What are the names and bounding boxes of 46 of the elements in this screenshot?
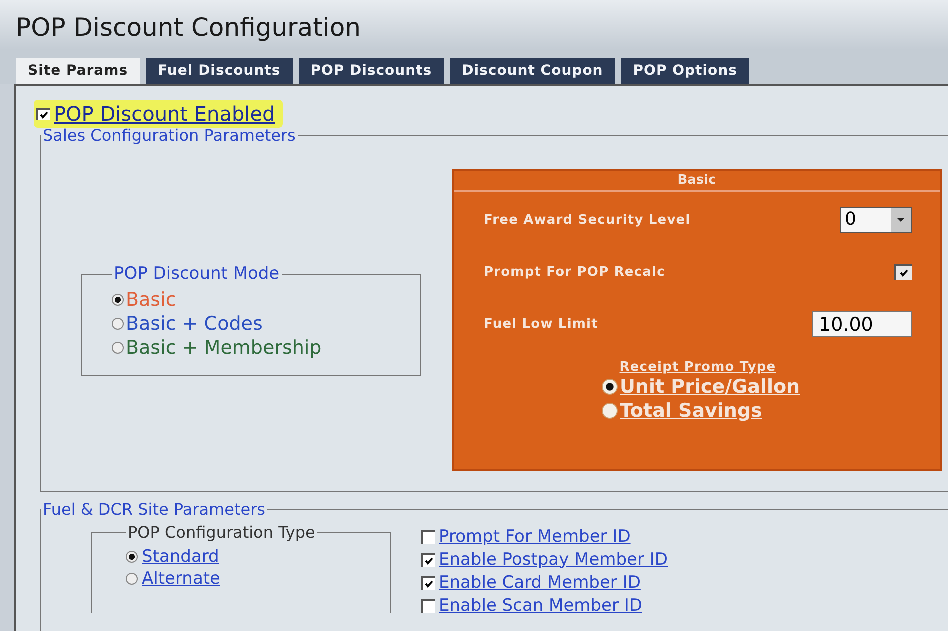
checkmark-icon xyxy=(424,556,434,566)
checkbox-label[interactable]: Enable Scan Member ID xyxy=(439,596,642,616)
checkbox-label[interactable]: POP Discount Enabled xyxy=(54,102,276,126)
tab[interactable]: POP Options xyxy=(621,58,750,84)
radio-button[interactable] xyxy=(126,551,138,563)
window-title: POP Discount Configuration xyxy=(0,0,948,50)
checkbox[interactable] xyxy=(421,552,435,566)
field-label: Free Award Security Level xyxy=(484,212,691,228)
radio-label[interactable]: Basic + Codes xyxy=(126,313,263,335)
radio-label[interactable]: Alternate xyxy=(142,569,220,589)
checkbox[interactable] xyxy=(421,530,435,544)
checkbox-label[interactable]: Enable Postpay Member ID xyxy=(439,550,668,570)
group-title: Sales Configuration Parameters xyxy=(42,126,297,145)
group-title: Fuel & DCR Site Parameters xyxy=(42,500,266,519)
radio-label[interactable]: Total Savings xyxy=(620,400,762,422)
checkbox-label[interactable]: Prompt For Member ID xyxy=(439,526,631,546)
caret-icon xyxy=(897,218,905,222)
field-label: Prompt For POP Recalc xyxy=(484,264,666,280)
input-field[interactable]: 10.00 xyxy=(812,311,912,337)
radio-label[interactable]: Standard xyxy=(142,547,220,567)
tab[interactable]: Fuel Discounts xyxy=(146,58,293,84)
section-title: Receipt Promo Type xyxy=(620,360,776,375)
radio-button[interactable] xyxy=(602,379,618,395)
checkbox[interactable] xyxy=(36,108,50,120)
radio-button[interactable] xyxy=(602,403,618,419)
field-label: Fuel Low Limit xyxy=(484,316,598,332)
group-title: POP Configuration Type xyxy=(127,523,316,542)
panel-title: Basic xyxy=(454,171,940,192)
checkbox[interactable] xyxy=(421,598,435,612)
checkbox[interactable] xyxy=(421,576,435,590)
group-title: POP Discount Mode xyxy=(113,264,281,284)
radio-button[interactable] xyxy=(112,342,124,354)
checkbox-label[interactable]: Enable Card Member ID xyxy=(439,572,641,592)
radio-label[interactable]: Basic + Membership xyxy=(126,337,322,359)
tab[interactable]: Discount Coupon xyxy=(450,58,616,84)
tab[interactable]: POP Discounts xyxy=(298,58,444,84)
checkmark-icon xyxy=(424,578,434,588)
tab[interactable]: Site Params xyxy=(16,58,140,84)
checkbox[interactable] xyxy=(894,264,912,280)
radio-button[interactable] xyxy=(126,573,138,585)
radio-button[interactable] xyxy=(112,318,124,330)
dropdown[interactable]: 0 xyxy=(840,207,912,233)
radio-label[interactable]: Unit Price/Gallon xyxy=(620,376,800,398)
radio-button[interactable] xyxy=(112,294,124,306)
checkmark-icon xyxy=(39,110,49,120)
checkmark-icon xyxy=(899,268,909,278)
